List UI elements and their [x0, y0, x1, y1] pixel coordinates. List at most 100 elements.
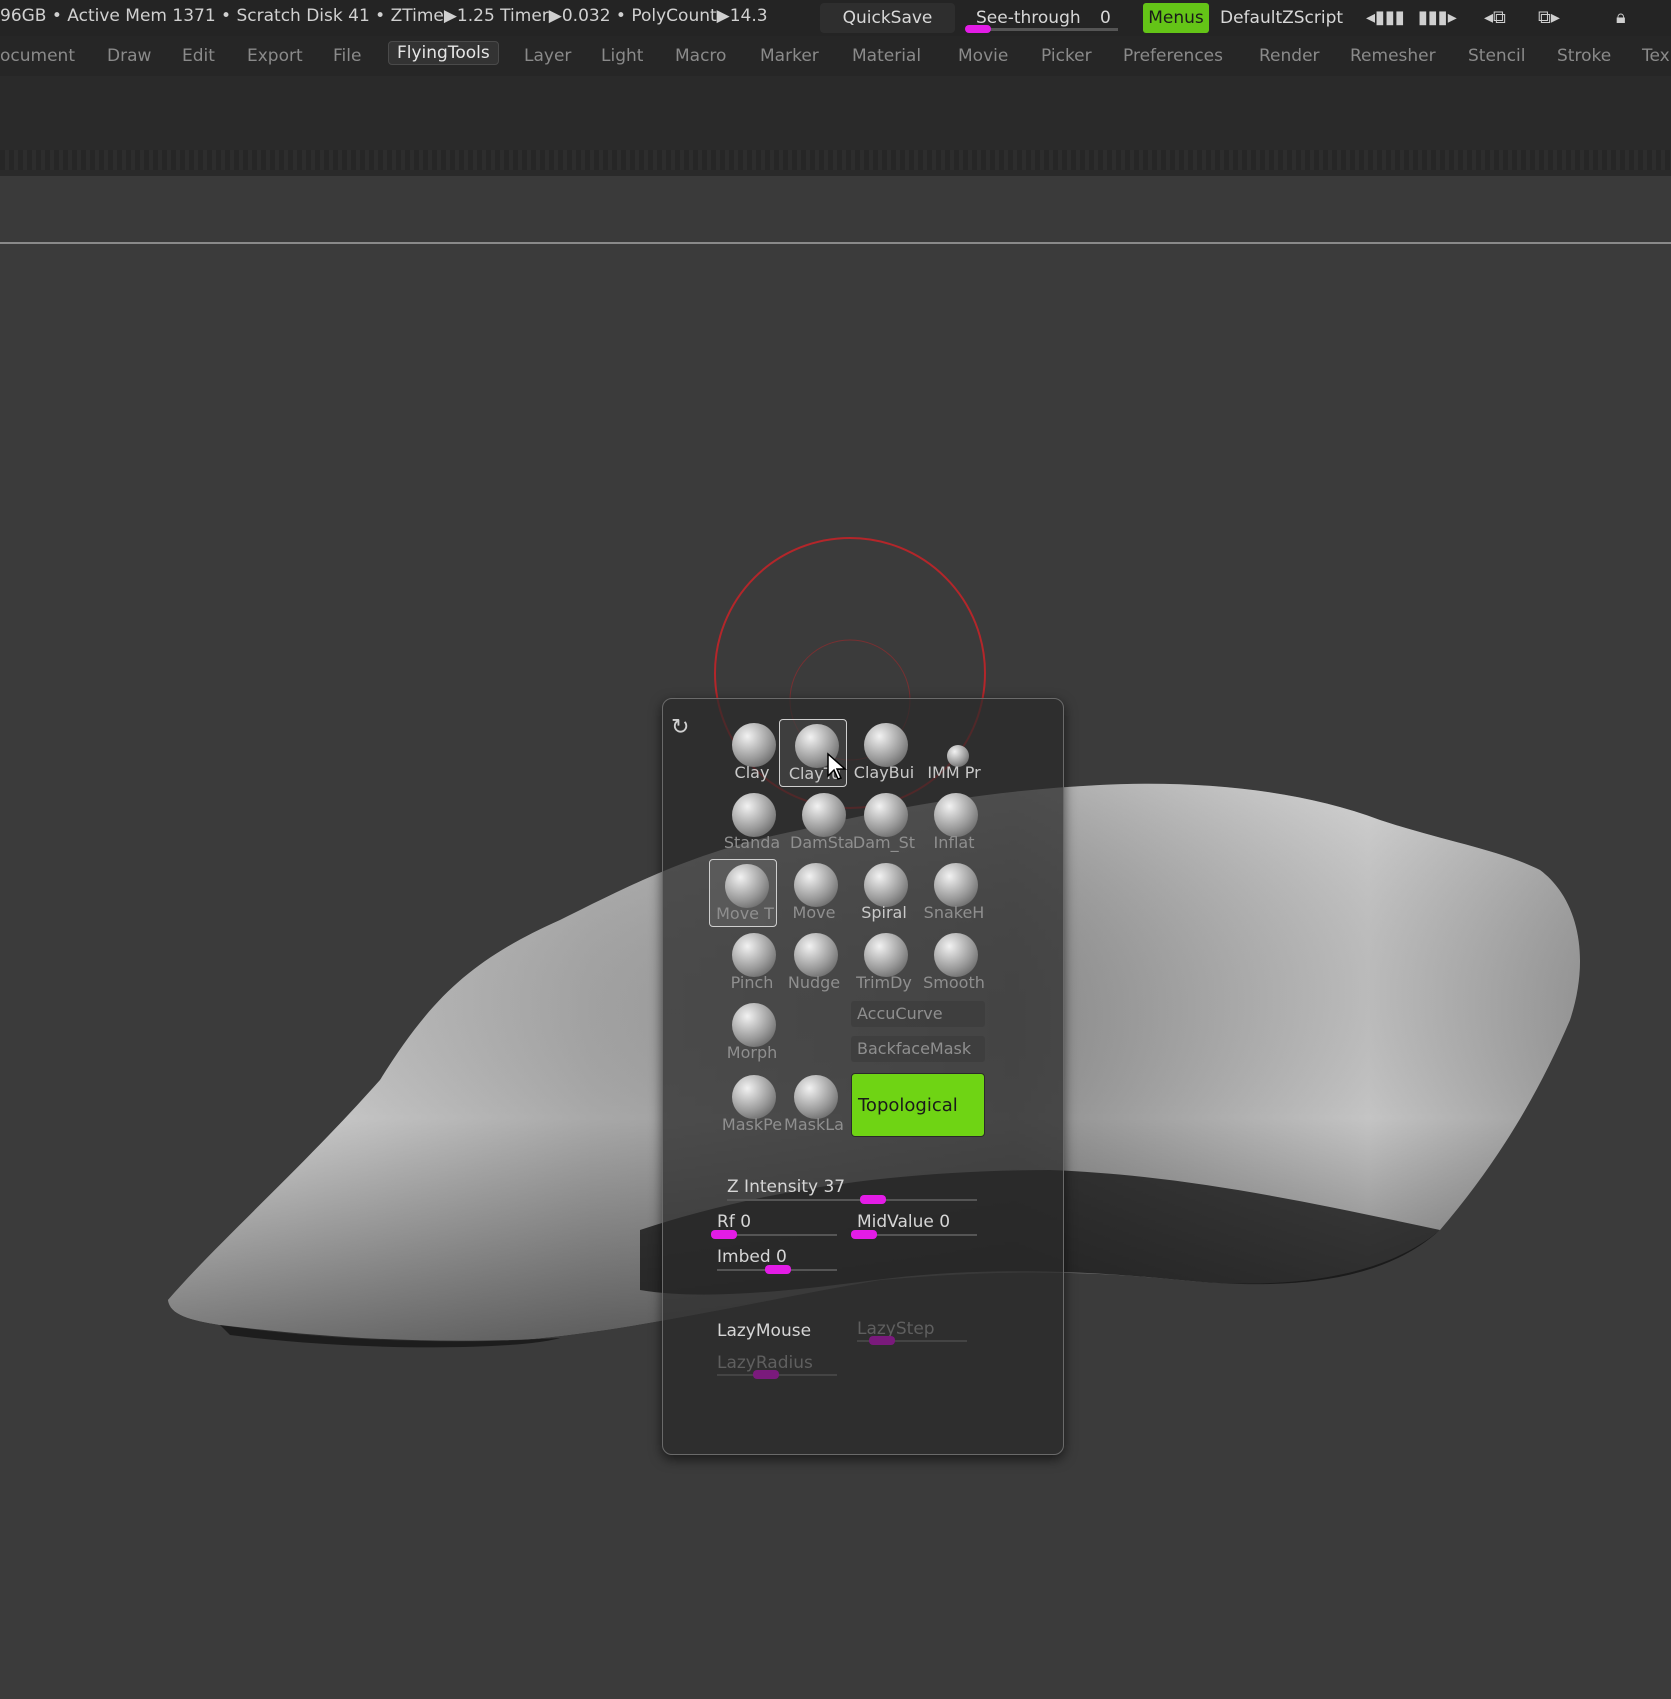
midvalue-knob[interactable]	[851, 1230, 877, 1239]
brush-label: Move	[792, 903, 836, 922]
layout-next-icon[interactable]: ⧉▸	[1538, 4, 1560, 32]
lock-icon[interactable]: 🔒︎	[1616, 4, 1626, 32]
brush-label: Smooth	[923, 973, 985, 992]
accucurve-button[interactable]: AccuCurve	[851, 1001, 985, 1027]
brush-damstandard[interactable]: DamSta	[787, 789, 854, 855]
midvalue-slider[interactable]: MidValue 0	[857, 1212, 950, 1232]
scroll-left-icon[interactable]: ◂▮▮▮	[1366, 4, 1405, 32]
midvalue-value: 0	[939, 1212, 951, 1232]
rf-label: Rf	[717, 1212, 735, 1232]
nudge-brush-icon	[794, 933, 838, 977]
imbed-knob[interactable]	[765, 1265, 791, 1274]
menu-picker[interactable]: Picker	[1041, 46, 1092, 66]
brush-label: Spiral	[861, 903, 907, 922]
brush-nudge[interactable]: Nudge	[779, 929, 845, 995]
menu-stencil[interactable]: Stencil	[1468, 46, 1525, 66]
brush-label: MaskLa	[784, 1115, 844, 1134]
z-intensity-slider[interactable]: Z Intensity 37	[727, 1177, 845, 1197]
maskpen-brush-icon	[732, 1075, 776, 1119]
menu-marker[interactable]: Marker	[760, 46, 819, 66]
morph-brush-icon	[732, 1003, 776, 1047]
default-zscript-button[interactable]: DefaultZScript	[1212, 3, 1352, 33]
scroll-right-icon[interactable]: ▮▮▮▸	[1418, 4, 1457, 32]
brush-imm-primitives[interactable]: IMM Pr	[919, 719, 985, 785]
brush-morph[interactable]: Morph	[717, 999, 783, 1065]
smooth-brush-icon	[934, 933, 978, 977]
layout-prev-icon[interactable]: ◂⧉	[1484, 4, 1506, 32]
brush-move[interactable]: Move	[779, 859, 845, 925]
quicksave-button[interactable]: QuickSave	[820, 3, 955, 33]
trimdynamic-brush-icon	[864, 933, 908, 977]
menu-draw[interactable]: Draw	[107, 46, 151, 66]
brush-move-topological[interactable]: Move T	[709, 859, 777, 927]
brush-label: Inflat	[933, 833, 975, 852]
spiral-brush-icon	[864, 863, 908, 907]
z-intensity-label: Z Intensity	[727, 1177, 819, 1197]
menu-preferences[interactable]: Preferences	[1123, 46, 1223, 66]
brush-damstandard2[interactable]: Dam_St	[849, 789, 915, 855]
brush-smooth[interactable]: Smooth	[919, 929, 985, 995]
brush-standard[interactable]: Standa	[717, 789, 783, 855]
damstandard2-brush-icon	[864, 793, 908, 837]
brush-label: Dam_St	[852, 833, 916, 852]
menu-file[interactable]: File	[333, 46, 361, 66]
brush-maskpen[interactable]: MaskPe	[717, 1071, 783, 1137]
snakehook-brush-icon	[934, 863, 978, 907]
brush-label: TrimDy	[856, 973, 912, 992]
brush-label: Move T	[716, 904, 774, 923]
topological-button[interactable]: Topological	[851, 1073, 985, 1137]
refresh-icon[interactable]: ↻	[671, 715, 689, 740]
see-through-value: 0	[1100, 8, 1111, 28]
brush-label: Morph	[726, 1043, 778, 1062]
menu-edit[interactable]: Edit	[182, 46, 215, 66]
brush-pinch[interactable]: Pinch	[717, 929, 783, 995]
brush-label: Nudge	[787, 973, 841, 992]
lazystep-slider[interactable]: LazyStep	[857, 1319, 935, 1339]
mouse-pointer-icon	[827, 752, 847, 780]
menu-export[interactable]: Export	[247, 46, 303, 66]
menu-flyingtools[interactable]: FlyingTools	[388, 41, 499, 65]
lazystep-knob[interactable]	[869, 1336, 895, 1345]
menu-stroke[interactable]: Stroke	[1557, 46, 1611, 66]
brush-label: Clay	[734, 763, 770, 782]
menu-texture[interactable]: Tex	[1642, 46, 1670, 66]
brush-trimdynamic[interactable]: TrimDy	[849, 929, 915, 995]
menu-macro[interactable]: Macro	[675, 46, 726, 66]
top-shelf	[0, 176, 1671, 244]
menu-movie[interactable]: Movie	[958, 46, 1008, 66]
lazyradius-knob[interactable]	[753, 1370, 779, 1379]
menu-layer[interactable]: Layer	[524, 46, 571, 66]
menu-light[interactable]: Light	[601, 46, 643, 66]
brush-inflate[interactable]: Inflat	[919, 789, 985, 855]
brush-popup-palette: ↻ Clay ClayTu ClayBui IMM Pr Standa DamS…	[662, 698, 1064, 1455]
standard-brush-icon	[732, 793, 776, 837]
imbed-slider[interactable]: Imbed 0	[717, 1247, 787, 1267]
shelf-divider	[0, 150, 1671, 170]
masklasso-brush-icon	[794, 1075, 838, 1119]
inflate-brush-icon	[934, 793, 978, 837]
menus-toggle-button[interactable]: Menus	[1143, 3, 1209, 33]
pinch-brush-icon	[732, 933, 776, 977]
backfacemask-button[interactable]: BackfaceMask	[851, 1036, 985, 1062]
menu-material[interactable]: Material	[852, 46, 921, 66]
lazymouse-button[interactable]: LazyMouse	[717, 1321, 811, 1341]
brush-snakehook[interactable]: SnakeH	[919, 859, 985, 925]
midvalue-label: MidValue	[857, 1212, 934, 1232]
rf-value: 0	[740, 1212, 752, 1232]
brush-claybuildup[interactable]: ClayBui	[849, 719, 915, 785]
brush-spiral[interactable]: Spiral	[849, 859, 915, 925]
brush-clay[interactable]: Clay	[717, 719, 783, 785]
rf-knob[interactable]	[711, 1230, 737, 1239]
brush-label: Pinch	[730, 973, 774, 992]
move-brush-icon	[794, 863, 838, 907]
menu-render[interactable]: Render	[1259, 46, 1320, 66]
main-menu-bar: ocument Draw Edit Export File FlyingTool…	[0, 36, 1671, 76]
menu-document[interactable]: ocument	[0, 46, 75, 66]
z-intensity-knob[interactable]	[860, 1195, 886, 1204]
brush-masklasso[interactable]: MaskLa	[779, 1071, 845, 1137]
menu-remesher[interactable]: Remesher	[1350, 46, 1436, 66]
move-topological-brush-icon	[725, 864, 769, 908]
brush-label: SnakeH	[923, 903, 985, 922]
rf-slider[interactable]: Rf 0	[717, 1212, 751, 1232]
see-through-knob[interactable]	[965, 25, 991, 33]
